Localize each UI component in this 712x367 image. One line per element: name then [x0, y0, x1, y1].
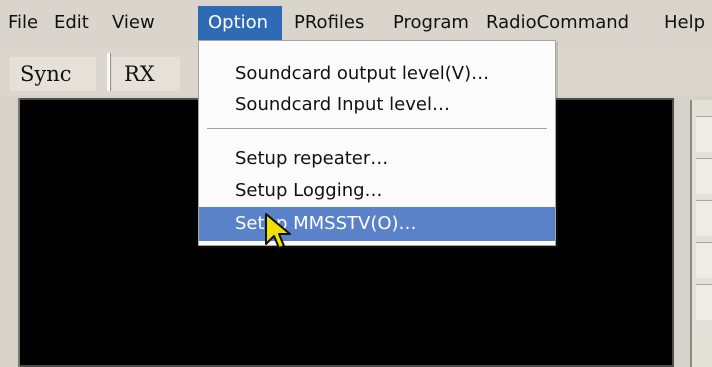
menu-item-label: Setup MMSSTV(O)… — [235, 213, 417, 234]
menu-option-label: Option — [208, 12, 269, 33]
menu-item-setup-mmsstv[interactable]: Setup MMSSTV(O)… — [199, 207, 555, 241]
menu-item-setup-repeater[interactable]: Setup repeater… — [199, 142, 555, 176]
menu-view[interactable]: View — [112, 6, 162, 40]
tab-rx[interactable]: RX — [112, 57, 180, 91]
menu-item-label: Setup repeater… — [235, 148, 389, 169]
cursor-arrow-icon — [264, 212, 292, 252]
menu-edit[interactable]: Edit — [54, 6, 94, 40]
right-panel-cell[interactable] — [696, 158, 712, 194]
menu-item-label: Setup Logging… — [235, 180, 383, 201]
tab-sync[interactable]: Sync — [10, 57, 96, 91]
tab-separator — [107, 53, 111, 91]
right-panel — [690, 100, 712, 367]
menu-profiles[interactable]: PRofiles — [294, 6, 376, 40]
menu-profiles-label: PRofiles — [294, 12, 365, 33]
tab-sync-label: Sync — [20, 62, 72, 86]
right-panel-cell[interactable] — [696, 116, 712, 152]
menu-item-setup-logging[interactable]: Setup Logging… — [199, 174, 555, 208]
menu-item-label: Soundcard output level(V)… — [235, 63, 490, 84]
menu-file-label: File — [8, 12, 39, 33]
menu-radiocommand[interactable]: RadioCommand — [486, 6, 642, 40]
menu-program[interactable]: Program — [393, 6, 479, 40]
menu-item-soundcard-input-level[interactable]: Soundcard Input level… — [199, 88, 555, 122]
menu-program-label: Program — [393, 12, 469, 33]
option-dropdown-menu: Soundcard output level(V)… Soundcard Inp… — [198, 40, 556, 246]
menu-file[interactable]: File — [8, 6, 44, 40]
tab-rx-label: RX — [124, 62, 155, 86]
menu-edit-label: Edit — [54, 12, 89, 33]
menu-separator — [207, 128, 547, 130]
right-panel-cell[interactable] — [696, 284, 712, 320]
menu-radiocommand-label: RadioCommand — [486, 12, 630, 33]
menu-view-label: View — [112, 12, 155, 33]
menu-option[interactable]: Option — [198, 6, 282, 40]
right-panel-cell[interactable] — [696, 242, 712, 278]
right-panel-cell[interactable] — [696, 200, 712, 236]
display-edge — [18, 98, 20, 367]
menu-item-label: Soundcard Input level… — [235, 94, 450, 115]
menu-item-soundcard-output-level[interactable]: Soundcard output level(V)… — [199, 57, 555, 91]
menu-help-label: Help — [664, 12, 706, 33]
menu-help[interactable]: Help — [664, 6, 712, 40]
app-window: File Edit View Option PRofiles Program R… — [0, 0, 712, 367]
